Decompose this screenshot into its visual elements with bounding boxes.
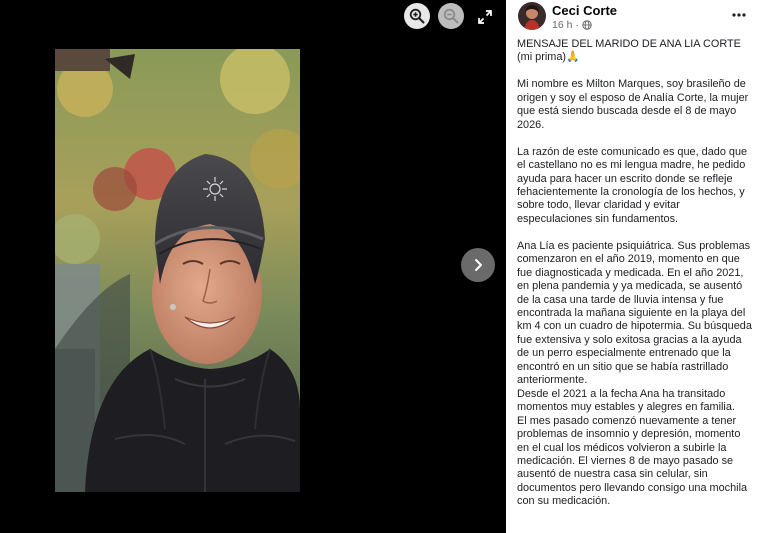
zoom-out-icon [443, 8, 459, 24]
more-options-button[interactable] [728, 6, 750, 24]
post-paragraph: Mi nombre es Milton Marques, soy brasile… [517, 78, 749, 131]
post-panel: Ceci Corte 16 h · MENSAJE DEL MARIDO DE … [506, 0, 760, 533]
globe-icon [582, 20, 592, 30]
photo-viewer [0, 0, 506, 533]
zoom-in-icon [409, 8, 425, 24]
post-author-name[interactable]: Ceci Corte [552, 3, 617, 18]
expand-button[interactable] [474, 6, 496, 28]
post-text: MENSAJE DEL MARIDO DE ANA LIA CORTE (mi … [517, 38, 755, 509]
next-photo-button[interactable] [461, 248, 495, 282]
zoom-out-button[interactable] [438, 3, 464, 29]
woman-portrait-image [55, 49, 300, 492]
expand-icon [478, 10, 492, 24]
post-heading: MENSAJE DEL MARIDO DE ANA LIA CORTE (mi … [517, 38, 741, 64]
more-options-icon [732, 13, 746, 17]
zoom-in-button[interactable] [404, 3, 430, 29]
post-paragraph: La razón de este comunicado es que, dado… [517, 145, 748, 225]
profile-picture-icon [518, 2, 546, 30]
meta-separator: · [575, 19, 579, 31]
post-photo [55, 49, 300, 492]
avatar[interactable] [518, 2, 546, 30]
post-timestamp[interactable]: 16 h [552, 19, 572, 31]
post-paragraph: El mes pasado comenzó nuevamente a tener… [517, 414, 748, 508]
post-meta: 16 h · [552, 19, 592, 31]
post-paragraph: Ana Lía es paciente psiquiátrica. Sus pr… [517, 239, 752, 387]
chevron-right-icon [475, 259, 482, 271]
post-paragraph: Desde el 2021 a la fecha Ana ha transita… [517, 387, 735, 414]
